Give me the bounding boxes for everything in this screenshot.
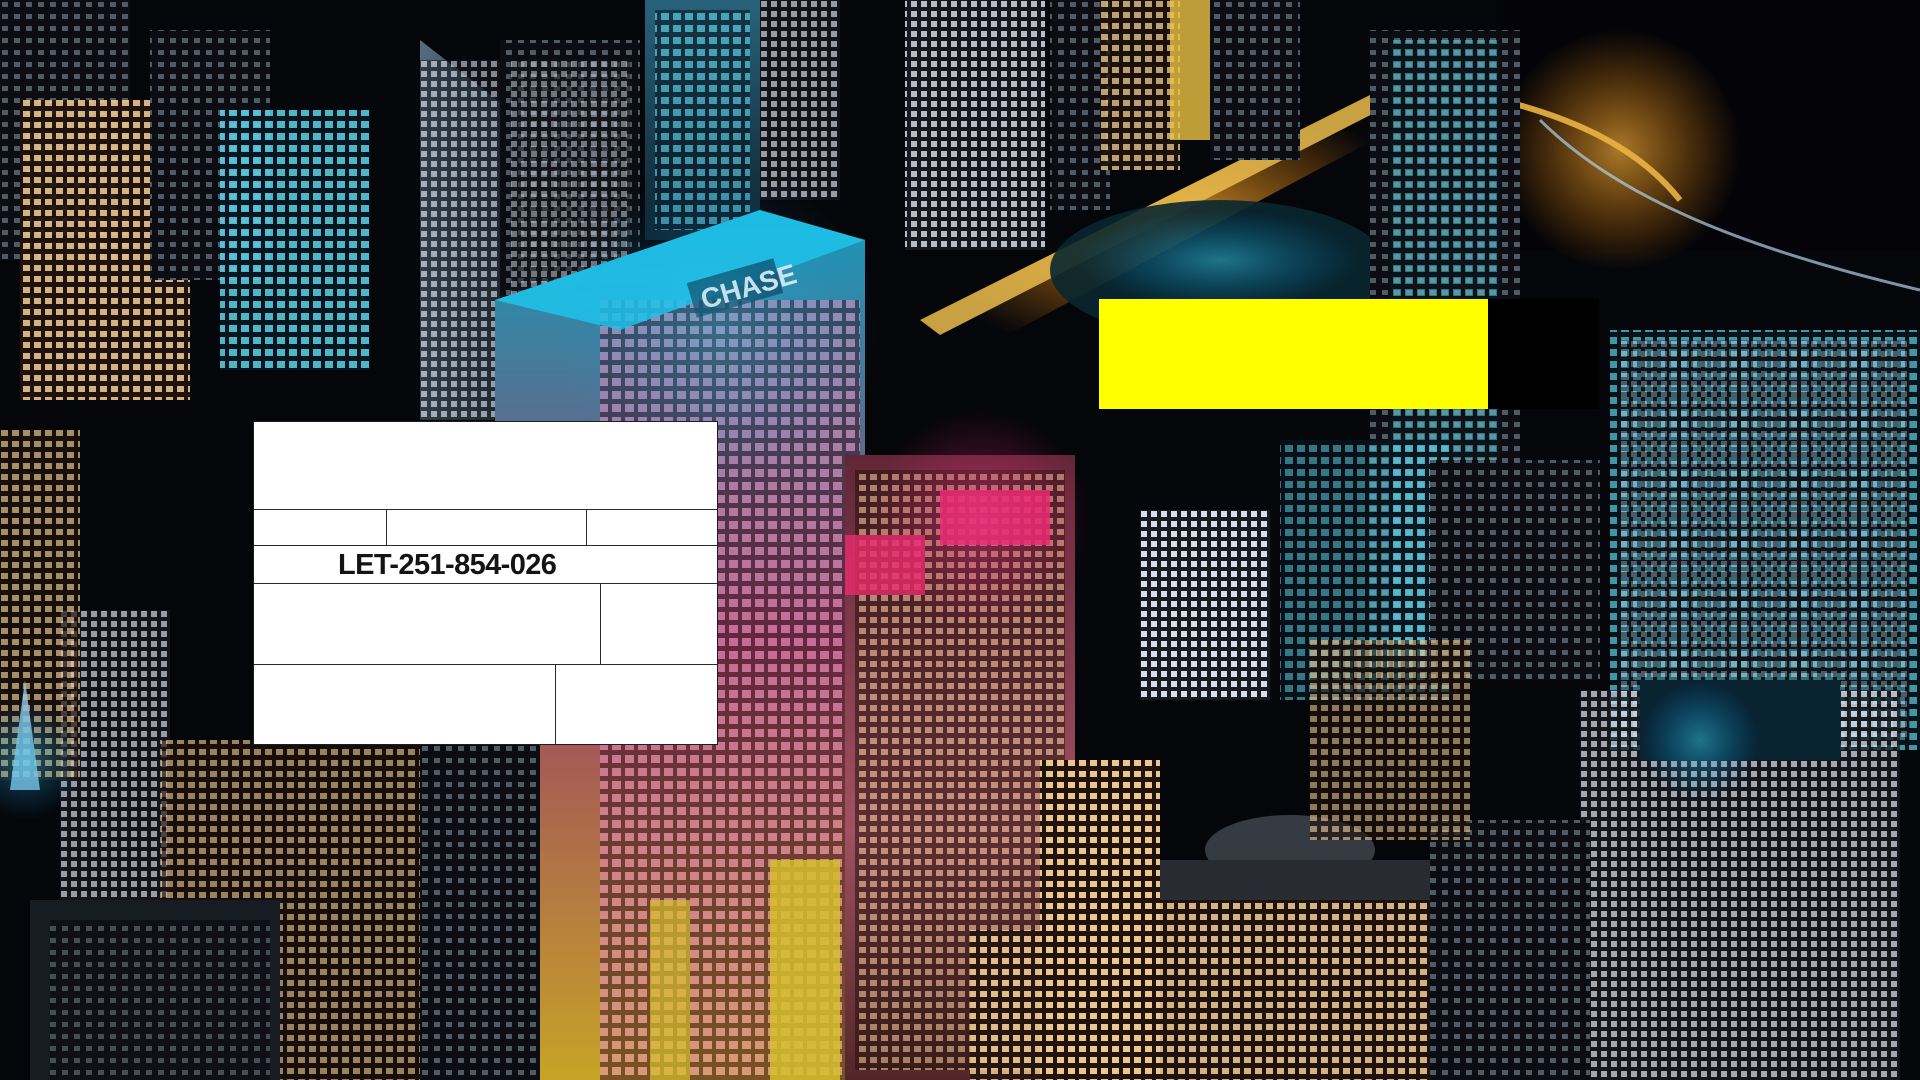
cell-divider <box>600 584 601 664</box>
form-row-header <box>254 422 717 510</box>
form-row <box>254 584 717 665</box>
yellow-bar <box>1099 299 1488 409</box>
form-row-id: LET-251-854-026 <box>254 546 717 584</box>
cell-divider <box>386 510 387 545</box>
id-number-text: LET-251-854-026 <box>338 549 557 581</box>
canvas: CHASE LET-251-854-026 <box>0 0 1920 1080</box>
cell-divider <box>555 665 556 744</box>
form-card: LET-251-854-026 <box>253 421 718 745</box>
form-row <box>254 510 717 546</box>
form-row <box>254 665 717 744</box>
cell-divider <box>586 510 587 545</box>
black-bar <box>1488 299 1599 409</box>
